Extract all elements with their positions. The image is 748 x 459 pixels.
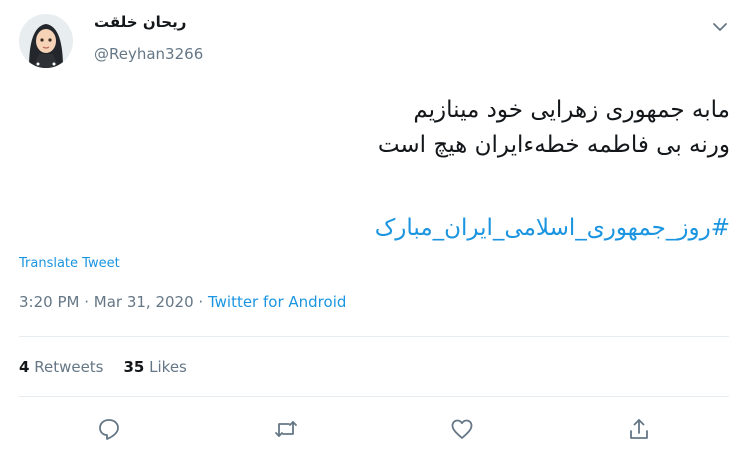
- divider: [19, 336, 729, 337]
- display-name[interactable]: ریحان خلقت: [94, 13, 186, 31]
- user-handle[interactable]: @Reyhan3266: [94, 45, 203, 63]
- avatar-illustration: [19, 14, 73, 68]
- tweet-line-2: ورنه بی فاطمه خطهءایران هیچ است: [377, 132, 730, 158]
- tweet-meta: 3:20 PM · Mar 31, 2020 · Twitter for And…: [19, 293, 346, 311]
- retweet-icon[interactable]: [273, 416, 299, 442]
- share-icon[interactable]: [626, 416, 652, 442]
- hashtag-link[interactable]: #روز_جمهوری_اسلامی_ایران_مبارک: [375, 211, 730, 246]
- retweets-stat[interactable]: 4 Retweets: [19, 358, 104, 376]
- tweet-source-link[interactable]: Twitter for Android: [208, 293, 346, 311]
- reply-icon[interactable]: [96, 416, 122, 442]
- retweets-label: Retweets: [34, 358, 104, 376]
- divider: [19, 396, 729, 397]
- meta-separator-2: ·: [193, 293, 208, 311]
- avatar[interactable]: [19, 14, 73, 68]
- likes-count: 35: [123, 358, 145, 376]
- chevron-down-icon[interactable]: [709, 16, 731, 38]
- likes-label: Likes: [149, 358, 187, 376]
- tweet-stats: 4 Retweets 35 Likes: [19, 358, 207, 376]
- tweet-date[interactable]: Mar 31, 2020: [94, 293, 194, 311]
- meta-separator: ·: [79, 293, 94, 311]
- translate-tweet-link[interactable]: Translate Tweet: [19, 256, 120, 271]
- heart-icon[interactable]: [449, 416, 475, 442]
- tweet-line-1: مابه جمهوری زهرایی خود مینازیم: [413, 97, 730, 123]
- retweets-count: 4: [19, 358, 30, 376]
- tweet-time[interactable]: 3:20 PM: [19, 293, 79, 311]
- tweet-text: مابه جمهوری زهرایی خود مینازیم ورنه بی ف…: [30, 93, 730, 163]
- likes-stat[interactable]: 35 Likes: [124, 358, 187, 376]
